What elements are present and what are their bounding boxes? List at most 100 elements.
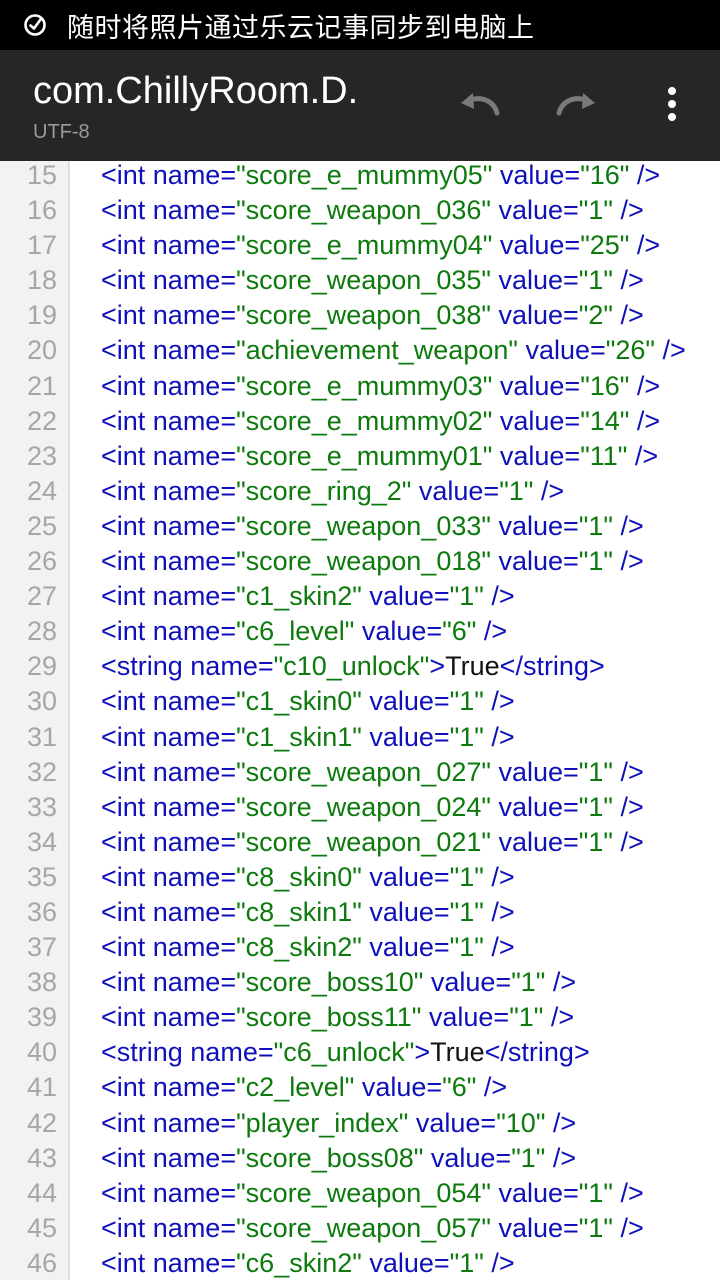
token-tag: value= [361, 932, 450, 963]
code-line[interactable]: 22 <int name="score_e_mummy02" value="14"… [0, 404, 720, 439]
code-text: <int name="score_weapon_036" value="1" /… [101, 193, 644, 228]
token-value: "1" [578, 791, 613, 822]
more-options-button[interactable] [642, 76, 702, 136]
line-number: 43 [26, 1142, 57, 1173]
token-value: "c1_skin1" [236, 721, 362, 752]
token-text: True [445, 651, 500, 682]
more-vert-icon [666, 86, 678, 126]
code-line[interactable]: 35 <int name="c8_skin0" value="1" /> [0, 860, 720, 895]
token-value: "1" [578, 510, 613, 541]
redo-button[interactable] [546, 76, 606, 136]
token-tag: /> [612, 300, 644, 331]
code-line[interactable]: 26 <int name="score_weapon_018" value="1"… [0, 544, 720, 579]
code-text: <int name="score_e_mummy02" value="14" /… [101, 404, 660, 439]
code-line[interactable]: 32 <int name="score_weapon_027" value="1"… [0, 755, 720, 790]
code-line[interactable]: 38 <int name="score_boss10" value="1" /> [0, 965, 720, 1000]
token-value: "score_e_mummy05" [236, 161, 493, 190]
token-tag: <int name= [101, 1107, 237, 1138]
token-tag: value= [408, 1107, 497, 1138]
token-tag: value= [490, 510, 579, 541]
line-number: 21 [26, 370, 57, 401]
token-value: "score_boss10" [236, 967, 424, 998]
token-tag: value= [492, 370, 581, 401]
code-line[interactable]: 43 <int name="score_boss08" value="1" /> [0, 1141, 720, 1176]
token-value: "1" [449, 861, 484, 892]
token-value: "1" [578, 826, 613, 857]
token-tag: value= [354, 616, 443, 647]
token-tag: <int name= [101, 546, 237, 577]
code-line[interactable]: 23 <int name="score_e_mummy01" value="11"… [0, 439, 720, 474]
token-tag: <int name= [101, 1212, 237, 1243]
token-tag: /> [612, 265, 644, 296]
code-line[interactable]: 20 <int name="achievement_weapon" value="… [0, 333, 720, 368]
code-line[interactable]: 45 <int name="score_weapon_057" value="1"… [0, 1211, 720, 1246]
code-text: <int name="score_weapon_057" value="1" /… [101, 1211, 644, 1246]
token-value: "c10_unlock" [273, 651, 430, 682]
token-tag: <int name= [101, 405, 237, 436]
token-tag: value= [490, 300, 579, 331]
code-text: <int name="score_weapon_035" value="1" /… [101, 263, 644, 298]
token-value: "11" [580, 440, 628, 471]
token-value: "score_weapon_033" [236, 510, 491, 541]
code-line[interactable]: 30 <int name="c1_skin0" value="1" /> [0, 684, 720, 719]
code-line[interactable]: 36 <int name="c8_skin1" value="1" /> [0, 895, 720, 930]
token-tag: </string> [484, 1037, 590, 1068]
code-line[interactable]: 17 <int name="score_e_mummy04" value="25"… [0, 228, 720, 263]
code-line[interactable]: 42 <int name="player_index" value="10" /> [0, 1106, 720, 1141]
token-tag: /> [612, 546, 644, 577]
token-tag: value= [492, 405, 581, 436]
token-value: "c6_skin2" [236, 1247, 362, 1278]
token-tag: /> [629, 405, 661, 436]
token-tag: <int name= [101, 1142, 237, 1173]
token-tag: /> [612, 1212, 644, 1243]
token-value: "score_weapon_036" [236, 195, 491, 226]
code-line[interactable]: 44 <int name="score_weapon_054" value="1"… [0, 1176, 720, 1211]
token-value: "c8_skin0" [236, 861, 362, 892]
code-text: <int name="score_boss11" value="1" /> [101, 1000, 574, 1035]
code-line[interactable]: 16 <int name="score_weapon_036" value="1"… [0, 193, 720, 228]
code-line[interactable]: 18 <int name="score_weapon_035" value="1"… [0, 263, 720, 298]
code-line[interactable]: 37 <int name="c8_skin2" value="1" /> [0, 930, 720, 965]
code-line[interactable]: 28 <int name="c6_level" value="6" /> [0, 614, 720, 649]
token-tag: /> [545, 967, 577, 998]
code-line[interactable]: 46 <int name="c6_skin2" value="1" /> [0, 1246, 720, 1280]
token-value: "2" [578, 300, 613, 331]
line-number: 18 [26, 265, 57, 296]
line-number: 27 [26, 581, 57, 612]
status-bar: 随时将照片通过乐云记事同步到电脑上 [0, 0, 720, 50]
token-tag: value= [490, 826, 579, 857]
code-editor[interactable]: 15 <int name="score_e_mummy05" value="16"… [0, 161, 720, 1280]
token-value: "score_e_mummy04" [236, 230, 493, 261]
token-value: "score_weapon_054" [236, 1177, 491, 1208]
code-text: <int name="c1_skin2" value="1" /> [101, 579, 515, 614]
line-number: 40 [26, 1037, 57, 1068]
line-number: 19 [26, 300, 57, 331]
token-tag: value= [492, 230, 581, 261]
token-tag: /> [483, 581, 515, 612]
code-line[interactable]: 39 <int name="score_boss11" value="1" /> [0, 1000, 720, 1035]
code-text: <int name="player_index" value="10" /> [101, 1106, 576, 1141]
code-line[interactable]: 24 <int name="score_ring_2" value="1" /> [0, 474, 720, 509]
token-value: "1" [449, 686, 484, 717]
code-line[interactable]: 34 <int name="score_weapon_021" value="1"… [0, 825, 720, 860]
code-line[interactable]: 40 <string name="c6_unlock">True</string> [0, 1035, 720, 1070]
code-line[interactable]: 19 <int name="score_weapon_038" value="2"… [0, 298, 720, 333]
token-tag: value= [361, 861, 450, 892]
line-number: 35 [26, 861, 57, 892]
code-line[interactable]: 41 <int name="c2_level" value="6" /> [0, 1070, 720, 1105]
code-line[interactable]: 25 <int name="score_weapon_033" value="1"… [0, 509, 720, 544]
token-tag: /> [545, 1107, 577, 1138]
code-line[interactable]: 31 <int name="c1_skin1" value="1" /> [0, 720, 720, 755]
line-number: 28 [26, 616, 57, 647]
token-value: "1" [578, 195, 613, 226]
line-number: 20 [26, 335, 57, 366]
token-value: "score_e_mummy01" [236, 440, 493, 471]
code-line[interactable]: 15 <int name="score_e_mummy05" value="16"… [0, 161, 720, 193]
undo-button[interactable] [450, 76, 510, 136]
code-text: <int name="c1_skin1" value="1" /> [101, 720, 515, 755]
code-line[interactable]: 29 <string name="c10_unlock">True</string… [0, 649, 720, 684]
code-line[interactable]: 33 <int name="score_weapon_024" value="1"… [0, 790, 720, 825]
code-line[interactable]: 21 <int name="score_e_mummy03" value="16"… [0, 369, 720, 404]
token-tag: > [414, 1037, 431, 1068]
code-line[interactable]: 27 <int name="c1_skin2" value="1" /> [0, 579, 720, 614]
